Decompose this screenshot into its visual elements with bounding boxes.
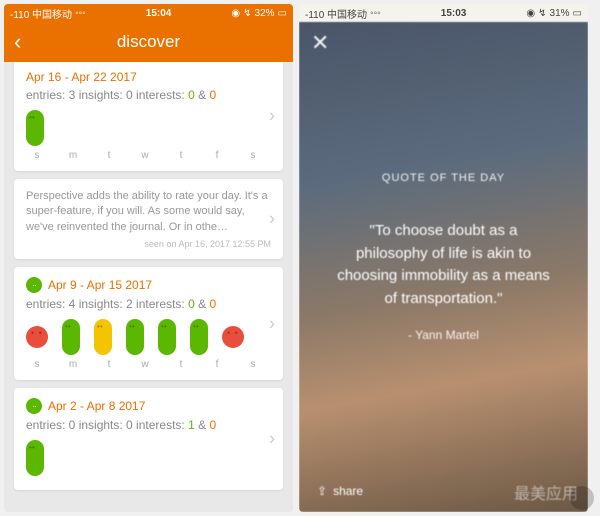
- date-range: Apr 2 - Apr 8 2017: [26, 398, 271, 414]
- date-range: Apr 16 - Apr 22 2017: [26, 70, 271, 84]
- mood-pill: [94, 319, 112, 355]
- mood-row: [26, 440, 271, 476]
- smiley-icon: [26, 277, 42, 293]
- quote-heading: QUOTE OF THE DAY: [333, 172, 554, 184]
- share-button[interactable]: ⇪ share: [317, 484, 363, 498]
- date-range: Apr 9 - Apr 15 2017: [26, 277, 271, 293]
- wechat-icon: [570, 486, 594, 510]
- chevron-right-icon: ›: [269, 209, 275, 230]
- tip-text: Perspective adds the ability to rate you…: [26, 189, 271, 235]
- close-icon[interactable]: ✕: [311, 30, 329, 56]
- mood-pill: [190, 319, 208, 355]
- mood-face-sad: [222, 326, 244, 348]
- mood-row: [26, 110, 271, 146]
- back-icon[interactable]: ‹: [14, 29, 21, 55]
- stats-row: entries: 3 insights: 0 interests: 0 & 0: [26, 88, 271, 102]
- mood-face-sad: [26, 326, 48, 348]
- mood-pill: [26, 440, 44, 476]
- day-labels: smtwtfs: [26, 150, 271, 161]
- tip-seen: seen on Apr 16, 2017 12:55 PM: [26, 239, 271, 249]
- scroll-area[interactable]: Apr 16 - Apr 22 2017 entries: 3 insights…: [4, 62, 293, 512]
- share-icon: ⇪: [317, 484, 327, 498]
- mood-pill: [158, 319, 176, 355]
- mood-row: [26, 319, 271, 355]
- day-labels: smtwtfs: [26, 359, 271, 370]
- share-label: share: [333, 484, 363, 498]
- watermark: 最美应用: [514, 480, 578, 504]
- smiley-icon: [26, 398, 42, 414]
- chevron-right-icon: ›: [269, 313, 275, 334]
- quote-screen: -110 中国移动◦◦◦ 15:03 ◉↯31%▭ ✕ QUOTE OF THE…: [299, 4, 588, 512]
- status-bar: -110 中国移动◦◦◦ 15:04 ◉↯32%▭: [4, 4, 293, 22]
- quote-text: "To choose doubt as a philosophy of life…: [333, 220, 554, 310]
- week-card[interactable]: Apr 9 - Apr 15 2017 entries: 4 insights:…: [14, 267, 283, 380]
- status-bar: -110 中国移动◦◦◦ 15:03 ◉↯31%▭: [299, 4, 588, 22]
- mood-pill: [26, 110, 44, 146]
- navbar: ‹ discover: [4, 22, 293, 62]
- page-title: discover: [117, 32, 180, 52]
- stats-row: entries: 4 insights: 2 interests: 0 & 0: [26, 297, 271, 311]
- week-card[interactable]: Apr 16 - Apr 22 2017 entries: 3 insights…: [14, 62, 283, 171]
- quote-author: - Yann Martel: [333, 328, 554, 342]
- quote-block: QUOTE OF THE DAY "To choose doubt as a p…: [299, 172, 588, 342]
- discover-screen: -110 中国移动◦◦◦ 15:04 ◉↯32%▭ ‹ discover Apr…: [4, 4, 293, 512]
- tip-card[interactable]: Perspective adds the ability to rate you…: [14, 179, 283, 259]
- chevron-right-icon: ›: [269, 105, 275, 126]
- stats-row: entries: 0 insights: 0 interests: 1 & 0: [26, 418, 271, 432]
- week-card[interactable]: Apr 2 - Apr 8 2017 entries: 0 insights: …: [14, 388, 283, 490]
- mood-pill: [62, 319, 80, 355]
- quote-background: ✕ QUOTE OF THE DAY "To choose doubt as a…: [299, 22, 588, 512]
- chevron-right-icon: ›: [269, 429, 275, 450]
- mood-pill: [126, 319, 144, 355]
